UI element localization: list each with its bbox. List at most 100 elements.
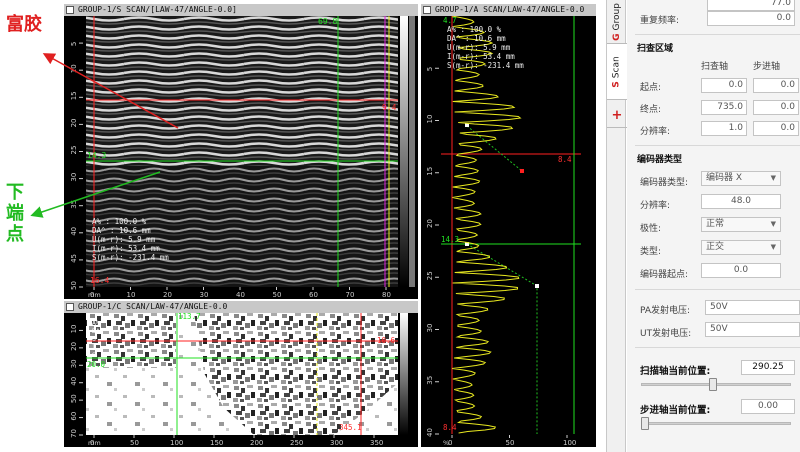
encoder-type-select[interactable]: 编码器 X ▼ xyxy=(701,171,781,186)
s-scan-y-tick-label: 50 xyxy=(70,281,78,290)
s-scan-x-tick-label: 70 xyxy=(346,291,355,299)
s-scan-y-tick-label: 25 xyxy=(70,146,78,155)
group-icon: G xyxy=(612,33,623,41)
c-scan-x-tick-label: 200 xyxy=(250,439,263,447)
c-scan-panel[interactable]: GROUP-1/C SCAN/LAW-47/ANGLE-0.0 113.7 10… xyxy=(64,301,418,447)
s-scan-palette xyxy=(400,16,408,287)
end-scan-field[interactable]: 735.0 xyxy=(701,100,747,115)
c-scan-view[interactable]: 113.7 10.6 20.0 345.1 A% DA^ U I S 10 20 3… xyxy=(64,313,418,447)
scan-area-section: 扫查区域 xyxy=(637,44,674,54)
index-position-slider-track[interactable] xyxy=(641,422,791,425)
a-scan-marker-top: 4.7 xyxy=(443,16,457,25)
a-scan-title: GROUP-1/A SCAN/LAW-47/ANGLE-0.0 xyxy=(435,5,585,14)
s-scan-readout: I(m-r): 53.4 mm xyxy=(92,244,160,253)
separator xyxy=(635,34,800,35)
scan-position-label: 扫描轴当前位置: xyxy=(640,366,711,377)
s-scan-view[interactable]: 69.8 9.4 14.3 16.4 A% : 100.0 % DA^ : 10… xyxy=(64,16,418,299)
index-position-field[interactable]: 0.00 xyxy=(741,399,795,414)
s-scan-y-tick-label: 30 xyxy=(70,173,78,182)
chevron-down-icon: ▼ xyxy=(770,174,776,182)
c-scan-y-tick-label: 40 xyxy=(70,377,78,386)
start-scan-field[interactable]: 0.0 xyxy=(701,78,747,93)
a-scan-view[interactable]: 4.7 8.4 14.3 8.4 A% : 100.0 % DA^ : 10.6… xyxy=(421,16,596,447)
scan-position-slider-thumb[interactable] xyxy=(709,378,718,391)
a-scan-x-unit: % xyxy=(443,439,449,447)
s-scan-title-bar[interactable]: GROUP-1/S SCAN/[LAW-47/ANGLE-0.0] xyxy=(64,4,418,16)
polarity-value: 正常 xyxy=(706,219,725,229)
plus-icon[interactable]: + xyxy=(612,108,623,123)
a-scan-panel[interactable]: GROUP-1/A SCAN/LAW-47/ANGLE-0.0 4.7 8.4 … xyxy=(421,4,596,447)
encoder-type-value: 编码器 X xyxy=(706,173,743,183)
a-scan-gate-marker[interactable] xyxy=(520,169,524,173)
scan-axis-column: 扫查轴 xyxy=(701,62,729,72)
rep-rate-field[interactable]: 0.0 xyxy=(707,11,795,26)
tab-add[interactable]: + xyxy=(607,104,627,128)
pin-icon[interactable] xyxy=(66,303,74,311)
c-scan-y-tick-label: 20 xyxy=(70,342,78,351)
c-scan-title: GROUP-1/C SCAN/LAW-47/ANGLE-0.0 xyxy=(78,302,228,311)
s-scan-palette-strip xyxy=(409,16,415,287)
s-scan-readout: U(m-r): 5.9 mm xyxy=(92,235,156,244)
a-scan-gate-marker[interactable] xyxy=(535,284,539,288)
end-index-field[interactable]: 0.0 xyxy=(753,100,799,115)
res-scan-field[interactable]: 1.0 xyxy=(701,121,747,136)
encoder-start-field[interactable]: 0.0 xyxy=(701,263,781,278)
a-scan-marker-low: 14.3 xyxy=(441,235,459,244)
tab-scan[interactable]: S Scan xyxy=(607,44,627,100)
tab-group[interactable]: G Group xyxy=(607,0,627,44)
a-scan-y-tick-label: 5 xyxy=(426,67,434,71)
start-index-field[interactable]: 0.0 xyxy=(753,78,799,93)
a-scan-y-tick-label: 25 xyxy=(426,271,434,280)
a-scan-dashed-guide xyxy=(466,125,523,172)
c-scan-marker-top: 113.7 xyxy=(178,313,201,321)
ut-voltage-field[interactable]: 50V xyxy=(705,322,800,337)
c-scan-marker-bottom: 345.1 xyxy=(339,423,362,432)
c-scan-x-unit: mm xyxy=(88,439,101,447)
type-label: 类型: xyxy=(640,247,662,257)
start-label: 起点: xyxy=(640,83,662,93)
a-scan-marker-bottom: 8.4 xyxy=(443,423,457,432)
a-scan-y-tick-label: 20 xyxy=(426,219,434,228)
pa-voltage-label: PA发射电压: xyxy=(640,306,691,316)
pin-icon[interactable] xyxy=(423,6,431,14)
c-scan-title-bar[interactable]: GROUP-1/C SCAN/LAW-47/ANGLE-0.0 xyxy=(64,301,418,313)
index-axis-column: 步进轴 xyxy=(753,62,781,72)
s-scan-x-unit: mm xyxy=(88,291,101,299)
encoder-type-label: 编码器类型: xyxy=(640,178,689,188)
s-scan-x-tick-label: 80 xyxy=(382,291,391,299)
polarity-select[interactable]: 正常 ▼ xyxy=(701,217,781,232)
pin-icon[interactable] xyxy=(66,6,74,14)
a-scan-y-tick-label: 10 xyxy=(426,115,434,124)
tab-group-label: Group xyxy=(612,2,623,31)
s-scan-panel[interactable]: GROUP-1/S SCAN/[LAW-47/ANGLE-0.0] 69.8 9… xyxy=(64,4,418,299)
c-scan-readout: I xyxy=(92,343,96,351)
a-scan-x-tick-label: 50 xyxy=(506,439,515,447)
a-scan-readouts: A% : 100.0 % DA^ : 10.6 mm U(m-r): 5.9 m… xyxy=(447,25,524,70)
a-scan-readout: S(m-r): -231.4 mm xyxy=(447,61,524,70)
s-scan-marker-bottom: 16.4 xyxy=(90,276,109,285)
c-scan-readout: U xyxy=(92,335,96,343)
a-scan-marker-mid: 8.4 xyxy=(558,155,572,164)
a-scan-x-tick-label: 100 xyxy=(563,439,576,447)
top-value-field[interactable]: 77.0 xyxy=(707,0,795,11)
c-scan-x-tick-label: 350 xyxy=(370,439,383,447)
s-scan-x-tick-label: 60 xyxy=(309,291,318,299)
type-select[interactable]: 正交 ▼ xyxy=(701,240,781,255)
s-scan-y-tick-label: 40 xyxy=(70,227,78,236)
resolution-label: 分辨率: xyxy=(640,127,671,137)
index-position-slider-thumb[interactable] xyxy=(641,417,649,430)
annotation-lower-endpoint: 下端点 xyxy=(6,182,24,245)
s-scan-y-tick-label: 5 xyxy=(70,42,78,46)
res-index-field[interactable]: 0.0 xyxy=(753,121,799,136)
encoder-resolution-field[interactable]: 48.0 xyxy=(701,194,781,209)
scan-position-field[interactable]: 290.25 xyxy=(741,360,795,375)
c-scan-y-tick-label: 60 xyxy=(70,412,78,421)
c-scan-y-tick-label: 10 xyxy=(70,325,78,334)
s-scan-y-tick-label: 10 xyxy=(70,64,78,73)
a-scan-title-bar[interactable]: GROUP-1/A SCAN/LAW-47/ANGLE-0.0 xyxy=(421,4,596,16)
pa-voltage-field[interactable]: 50V xyxy=(705,300,800,315)
encoder-type-section: 编码器类型 xyxy=(637,155,683,165)
app-window: 富胶 下端点 GROUP-1/S SCAN/[LAW-47/ANGLE-0.0] xyxy=(0,0,800,452)
s-scan-x-tick-label: 30 xyxy=(200,291,209,299)
c-scan-readout: A% xyxy=(92,319,100,327)
